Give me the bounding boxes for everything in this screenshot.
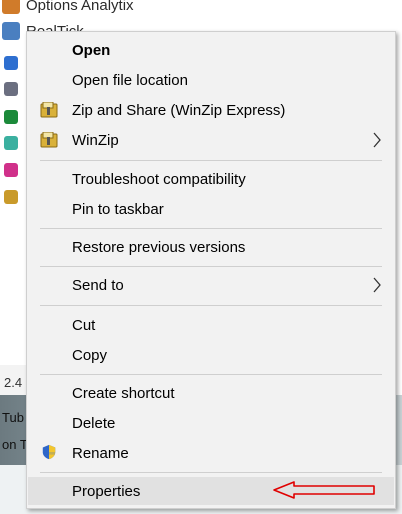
app-icon bbox=[4, 163, 18, 177]
chevron-right-icon bbox=[373, 277, 381, 293]
shield-icon bbox=[42, 444, 56, 460]
menu-item-label: Properties bbox=[72, 482, 141, 500]
app-icon bbox=[4, 110, 18, 124]
menu-item-label: Send to bbox=[72, 276, 124, 294]
menu-item-label: Cut bbox=[72, 316, 96, 334]
app-icon bbox=[4, 56, 18, 70]
menu-item-open[interactable]: Open bbox=[28, 36, 394, 64]
menu-item-restore-previous-versions[interactable]: Restore previous versions bbox=[28, 233, 394, 261]
menu-item-label: Delete bbox=[72, 414, 116, 432]
menu-item-create-shortcut[interactable]: Create shortcut bbox=[28, 379, 394, 407]
start-list-item-label: Options Analytix bbox=[26, 0, 134, 14]
menu-item-label: Rename bbox=[72, 444, 129, 462]
menu-item-copy[interactable]: Copy bbox=[28, 341, 394, 369]
app-icon bbox=[4, 190, 18, 204]
menu-item-delete[interactable]: Delete bbox=[28, 409, 394, 437]
menu-separator bbox=[40, 266, 382, 267]
annotation-arrow-icon bbox=[273, 481, 375, 499]
context-menu: Open Open file location Zip and Share (W… bbox=[26, 31, 396, 509]
winzip-icon bbox=[40, 132, 58, 148]
app-icon bbox=[4, 136, 18, 150]
menu-item-label: Restore previous versions bbox=[72, 238, 246, 256]
start-list-item-options-analytix[interactable]: Options Analytix bbox=[2, 0, 134, 16]
app-icon bbox=[2, 22, 20, 40]
background-text: on T bbox=[2, 437, 28, 452]
menu-item-label: Zip and Share (WinZip Express) bbox=[72, 101, 286, 119]
menu-item-cut[interactable]: Cut bbox=[28, 311, 394, 339]
app-icon bbox=[2, 0, 20, 14]
background-text: 2.4 bbox=[4, 375, 23, 390]
winzip-icon bbox=[40, 102, 58, 118]
background-text: Tub bbox=[2, 410, 24, 425]
app-icon bbox=[4, 82, 18, 96]
menu-item-label: Copy bbox=[72, 346, 108, 364]
menu-item-label: Pin to taskbar bbox=[72, 200, 164, 218]
menu-separator bbox=[40, 305, 382, 306]
menu-item-open-file-location[interactable]: Open file location bbox=[28, 66, 394, 94]
menu-separator bbox=[40, 228, 382, 229]
menu-separator bbox=[40, 160, 382, 161]
menu-item-winzip[interactable]: WinZip bbox=[28, 126, 394, 154]
menu-item-label: WinZip bbox=[72, 131, 119, 149]
menu-item-label: Open bbox=[72, 41, 111, 59]
menu-separator bbox=[40, 472, 382, 473]
menu-item-troubleshoot-compatibility[interactable]: Troubleshoot compatibility bbox=[28, 165, 394, 193]
menu-item-send-to[interactable]: Send to bbox=[28, 271, 394, 299]
menu-item-zip-and-share[interactable]: Zip and Share (WinZip Express) bbox=[28, 96, 394, 124]
menu-item-label: Create shortcut bbox=[72, 384, 175, 402]
menu-item-label: Open file location bbox=[72, 71, 188, 89]
menu-item-label: Troubleshoot compatibility bbox=[72, 170, 246, 188]
menu-item-pin-to-taskbar[interactable]: Pin to taskbar bbox=[28, 195, 394, 223]
menu-item-rename[interactable]: Rename bbox=[28, 439, 394, 467]
chevron-right-icon bbox=[373, 132, 381, 148]
menu-separator bbox=[40, 374, 382, 375]
